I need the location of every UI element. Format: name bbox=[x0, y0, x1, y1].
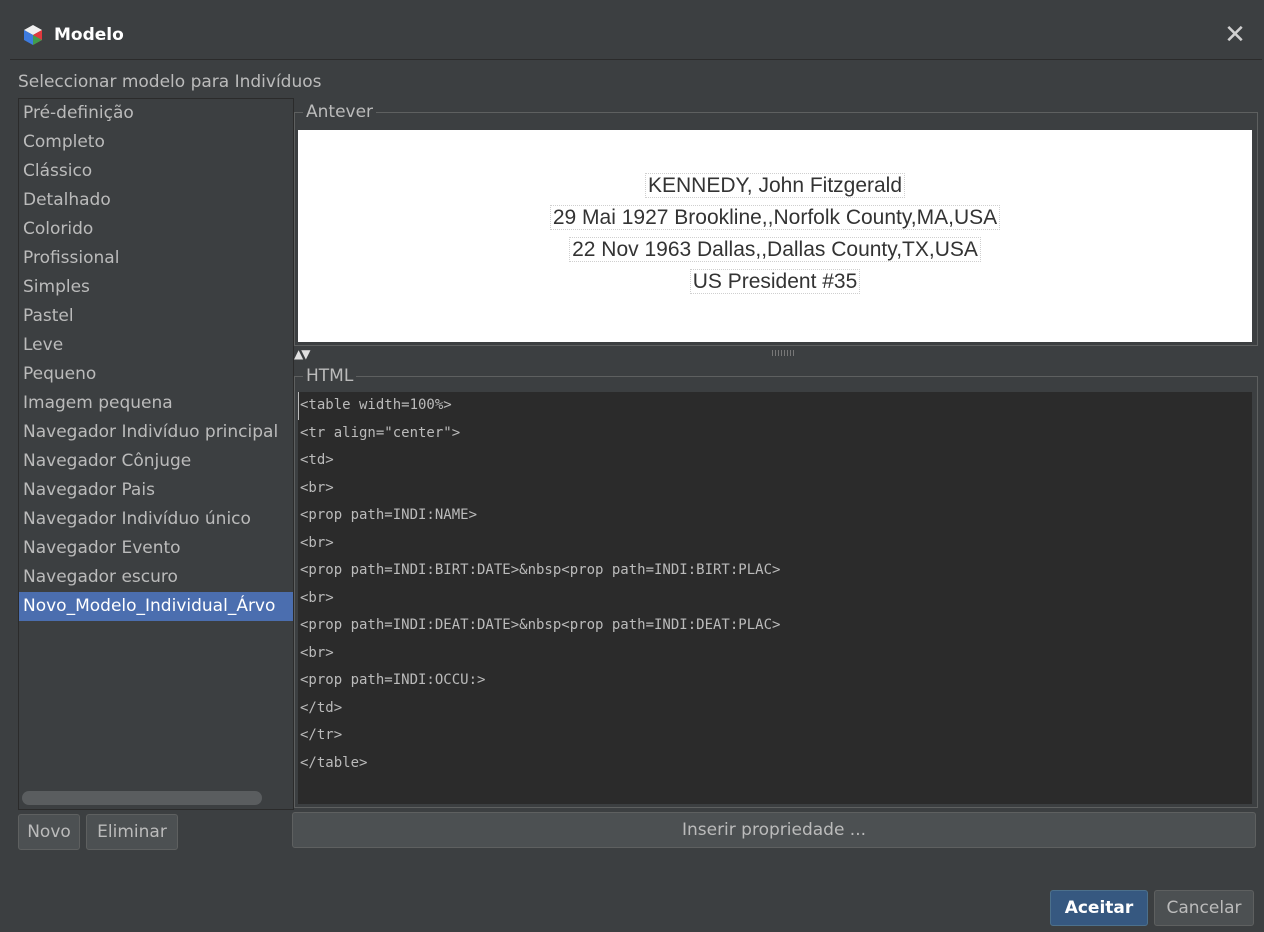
code-line: </td> bbox=[300, 699, 343, 716]
preview-line-text: 22 Nov 1963 Dallas,,Dallas County,TX,USA bbox=[569, 237, 981, 262]
horizontal-scrollbar[interactable] bbox=[22, 791, 262, 805]
heading-label: Seleccionar modelo para Indivíduos bbox=[18, 72, 322, 92]
code-line: <table width=100%> bbox=[298, 392, 1252, 420]
app-cube-icon bbox=[22, 24, 44, 46]
dialog-body: Seleccionar modelo para Indivíduos Pré-d… bbox=[10, 60, 1262, 932]
splitter-grip-icon[interactable] bbox=[772, 350, 796, 356]
template-list-item[interactable]: Profissional bbox=[19, 244, 293, 273]
code-line: <prop path=INDI:BIRT:DATE>&nbsp<prop pat… bbox=[300, 562, 781, 578]
preview-line-text: US President #35 bbox=[689, 269, 861, 294]
code-line: <td> bbox=[300, 452, 334, 468]
insert-property-button[interactable]: Inserir propriedade ... bbox=[292, 812, 1256, 848]
code-line: <br> bbox=[300, 479, 334, 496]
close-icon[interactable]: ✕ bbox=[1220, 20, 1250, 50]
preview-pane: KENNEDY, John Fitzgerald 29 Mai 1927 Broo… bbox=[298, 130, 1252, 342]
new-button[interactable]: Novo bbox=[18, 814, 80, 850]
code-line: <prop path=INDI:DEAT:DATE>&nbsp<prop pat… bbox=[300, 617, 781, 633]
template-list[interactable]: Pré-definição Completo Clássico Detalhado Co… bbox=[18, 98, 294, 810]
template-list-item[interactable]: Pequeno bbox=[19, 360, 293, 389]
code-line: <prop path=INDI:NAME> bbox=[300, 507, 478, 523]
title-bar: Modelo ✕ bbox=[10, 10, 1262, 60]
template-list-item[interactable]: Navegador Evento bbox=[19, 534, 293, 563]
preview-line-text: 29 Mai 1927 Brookline,,Norfolk County,MA… bbox=[549, 205, 1001, 230]
preview-line: US President #35 bbox=[298, 266, 1252, 298]
code-line: <tr align="center"> bbox=[300, 424, 461, 441]
template-list-item[interactable]: Pastel bbox=[19, 302, 293, 331]
preview-line: 29 Mai 1927 Brookline,,Norfolk County,MA… bbox=[298, 202, 1252, 234]
window-title: Modelo bbox=[54, 24, 124, 45]
code-line: <br> bbox=[300, 644, 334, 661]
preview-line-text: KENNEDY, John Fitzgerald bbox=[644, 173, 906, 198]
template-list-item[interactable]: Completo bbox=[19, 128, 293, 157]
collapse-arrows-icon[interactable]: ▲▼ bbox=[294, 347, 311, 361]
cancel-button[interactable]: Cancelar bbox=[1154, 890, 1254, 926]
html-label: HTML bbox=[303, 366, 357, 386]
template-list-item[interactable]: Clássico bbox=[19, 157, 293, 186]
delete-button[interactable]: Eliminar bbox=[86, 814, 178, 850]
template-list-item[interactable]: Navegador Indivíduo principal bbox=[19, 418, 293, 447]
template-list-item[interactable]: Navegador Cônjuge bbox=[19, 447, 293, 476]
preview-label: Antever bbox=[303, 102, 377, 122]
template-list-item[interactable]: Navegador Pais bbox=[19, 476, 293, 505]
template-list-item[interactable]: Imagem pequena bbox=[19, 389, 293, 418]
template-list-item[interactable]: Simples bbox=[19, 273, 293, 302]
template-list-item[interactable]: Navegador Indivíduo único bbox=[19, 505, 293, 534]
html-editor[interactable]: <table width=100%> <tr align="center"> <td… bbox=[298, 392, 1252, 804]
split-divider[interactable]: ▲▼ bbox=[294, 344, 1258, 362]
template-list-item[interactable]: Pré-definição bbox=[19, 99, 293, 128]
code-line: <br> bbox=[300, 534, 334, 551]
template-list-item[interactable]: Colorido bbox=[19, 215, 293, 244]
preview-line: KENNEDY, John Fitzgerald bbox=[298, 170, 1252, 202]
accept-button[interactable]: Aceitar bbox=[1050, 890, 1148, 926]
preview-line: 22 Nov 1963 Dallas,,Dallas County,TX,USA bbox=[298, 234, 1252, 266]
template-list-item[interactable]: Navegador escuro bbox=[19, 563, 293, 592]
code-line: </table> bbox=[300, 754, 368, 771]
template-list-item[interactable]: Novo_Modelo_Individual_Árvo bbox=[19, 592, 293, 621]
template-list-item[interactable]: Leve bbox=[19, 331, 293, 360]
code-line: <br> bbox=[300, 589, 334, 606]
code-line: </tr> bbox=[300, 727, 343, 743]
template-list-item[interactable]: Detalhado bbox=[19, 186, 293, 215]
code-line: <prop path=INDI:OCCU:> bbox=[300, 672, 486, 688]
